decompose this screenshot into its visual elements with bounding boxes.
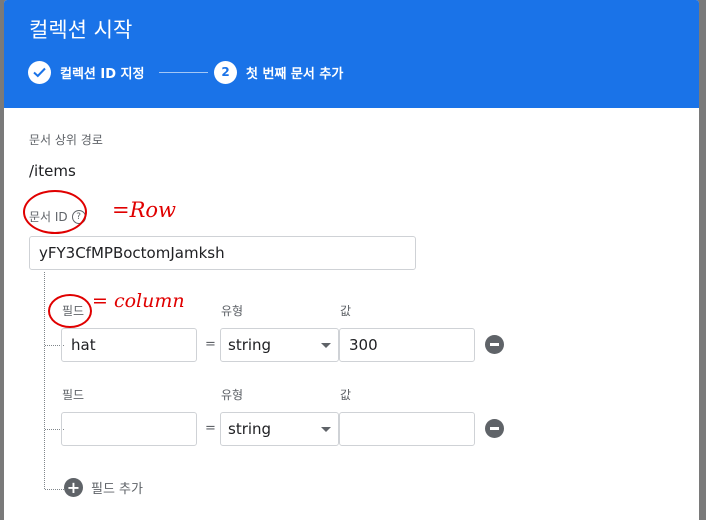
remove-field-icon[interactable] — [485, 335, 504, 354]
type-select[interactable]: string — [220, 412, 339, 446]
step-collection-id: 컬렉션 ID 지정 — [28, 60, 144, 84]
type-select-value: string — [228, 336, 272, 354]
field-name-input[interactable] — [61, 412, 197, 446]
document-id-input[interactable]: yFY3CfMPBoctomJamksh — [29, 236, 416, 270]
field-name-input[interactable]: hat — [61, 328, 197, 362]
remove-field-icon[interactable] — [485, 419, 504, 438]
step-label: 첫 번째 문서 추가 — [246, 66, 344, 82]
tree-branch — [45, 489, 64, 490]
field-value-input[interactable]: 300 — [339, 328, 475, 362]
equals-sign: = — [205, 337, 216, 352]
add-field-button[interactable]: + 필드 추가 — [64, 478, 143, 497]
annotation-column: = column — [92, 290, 185, 312]
step-add-document: 2 첫 번째 문서 추가 — [214, 60, 343, 84]
annotation-circle — [23, 190, 87, 234]
dialog: 컬렉션 시작 컬렉션 ID 지정 2 첫 번째 문서 추가 문서 상위 경로 /… — [4, 0, 699, 520]
step-connector — [159, 72, 208, 73]
check-icon — [28, 60, 51, 84]
annotation-circle — [48, 294, 92, 328]
dialog-header: 컬렉션 시작 컬렉션 ID 지정 2 첫 번째 문서 추가 — [4, 0, 699, 108]
type-select-value: string — [228, 420, 272, 438]
dialog-title: 컬렉션 시작 — [29, 18, 133, 42]
parent-path: /items — [29, 162, 76, 180]
equals-sign: = — [205, 421, 216, 436]
parent-path-label: 문서 상위 경로 — [29, 133, 103, 147]
add-icon: + — [64, 478, 83, 497]
dropdown-arrow-icon — [321, 427, 331, 432]
tree-line — [44, 272, 45, 489]
annotation-row: =Row — [112, 198, 177, 222]
type-label: 유형 — [221, 388, 244, 402]
dropdown-arrow-icon — [321, 343, 331, 348]
type-select[interactable]: string — [220, 328, 339, 362]
field-label: 필드 — [62, 388, 85, 402]
value-label: 값 — [340, 304, 352, 318]
step-label: 컬렉션 ID 지정 — [60, 66, 145, 82]
step-number: 2 — [214, 60, 237, 84]
type-label: 유형 — [221, 304, 244, 318]
value-label: 값 — [340, 388, 352, 402]
field-value-input[interactable] — [339, 412, 475, 446]
add-field-label: 필드 추가 — [91, 482, 143, 497]
